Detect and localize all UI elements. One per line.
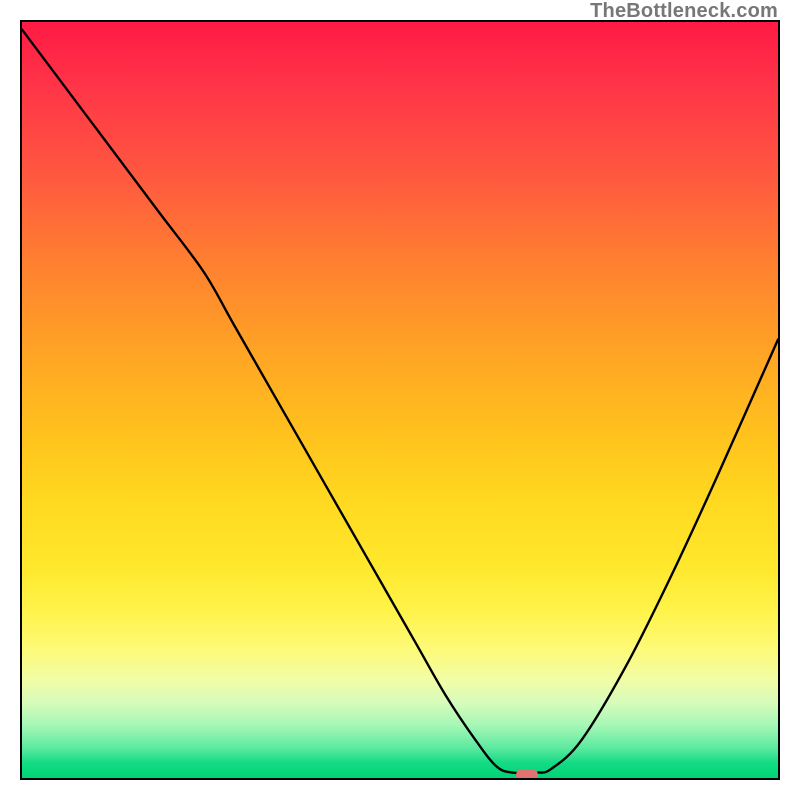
plot-area: [20, 20, 780, 780]
curve-svg: [22, 22, 778, 778]
optimal-marker: [516, 769, 538, 780]
bottleneck-curve: [22, 30, 778, 774]
chart-frame: TheBottleneck.com: [0, 0, 800, 800]
